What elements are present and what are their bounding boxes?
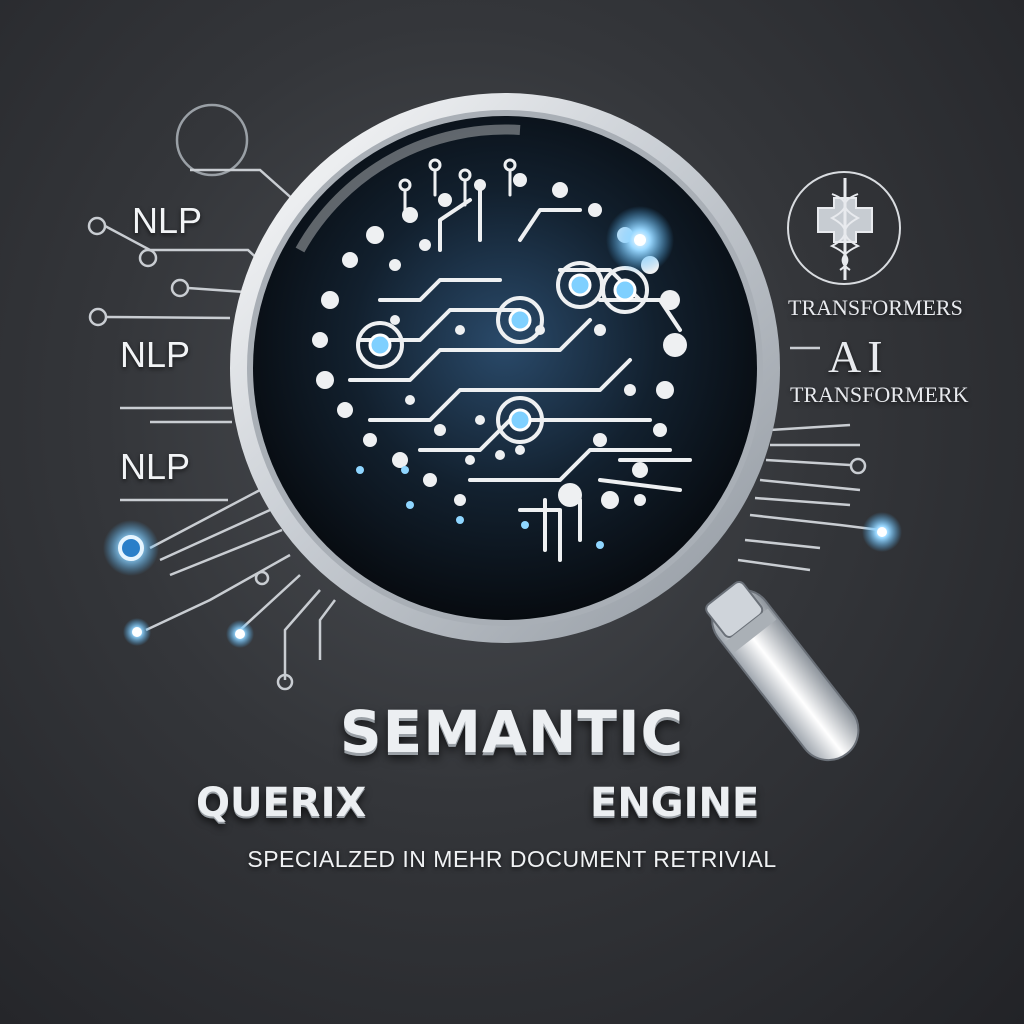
transformers-label: TRANSFORMERS: [788, 295, 963, 320]
transformerk-label: TRANSFORMERK: [790, 382, 969, 407]
ai-label: AI: [828, 331, 889, 382]
nlp-label-1: NLP: [132, 200, 203, 241]
subtitle: SPECIALZED IN MEHR DOCUMENT RETRIVIAL: [247, 846, 777, 872]
caduceus-icon: [787, 171, 901, 285]
title-line-1: SEMANTIC: [339, 698, 685, 766]
lens-spark: [606, 206, 674, 274]
right-glow-node: [862, 512, 902, 552]
title-line-2-right: ENGINE: [590, 780, 760, 826]
title-line-2-left: QUERIX: [196, 780, 367, 826]
nlp-label-2: NLP: [120, 334, 191, 375]
magnifying-glass-icon: [230, 93, 860, 762]
nlp-label-3: NLP: [120, 446, 191, 487]
